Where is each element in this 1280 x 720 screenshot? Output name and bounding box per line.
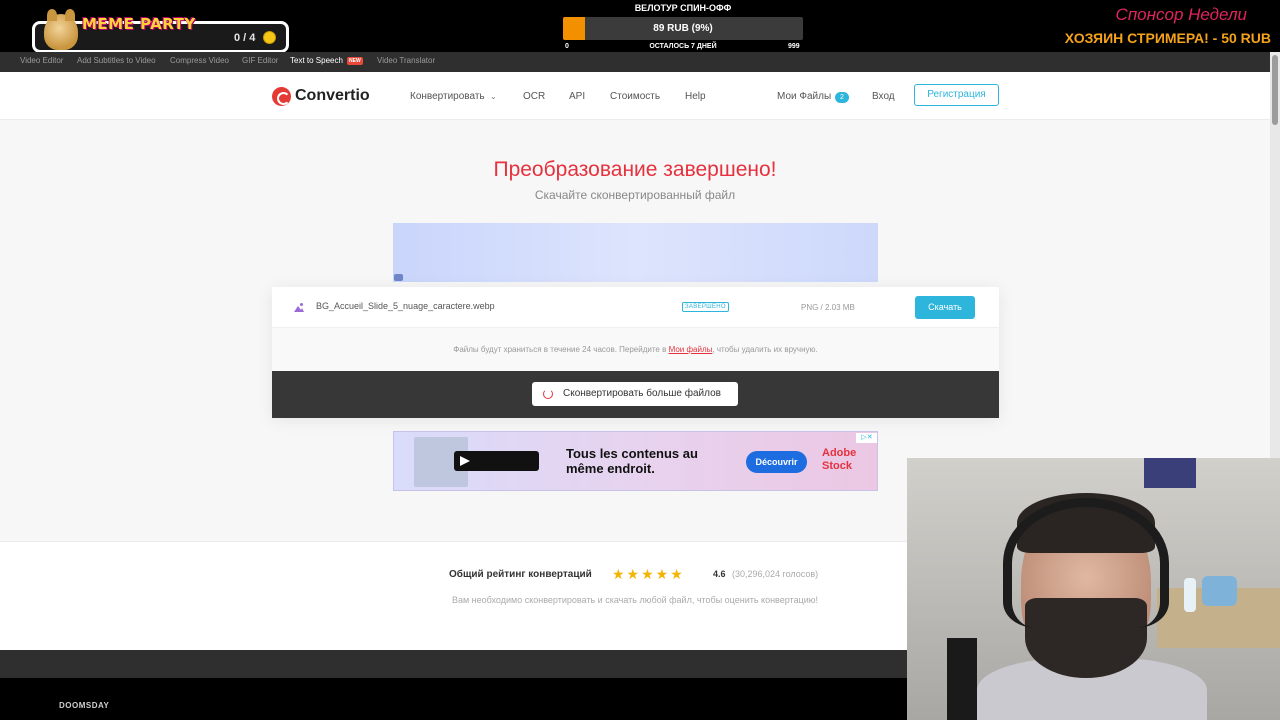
site-header: Convertio Конвертировать ⌄ OCR API Стоим… (0, 72, 1270, 120)
storage-notice-text: Файлы будут храниться в течение 24 часов… (272, 345, 999, 354)
file-name: BG_Accueil_Slide_5_nuage_caractere.webp (316, 301, 495, 311)
convertio-logo-text[interactable]: Convertio (295, 87, 370, 105)
nav-ocr[interactable]: OCR (523, 91, 545, 102)
stream-frame: MEME PARTY 0 / 4 ВЕЛОТУР СПИН-ОФФ 89 RUB… (0, 0, 1280, 720)
my-files-count-badge: 2 (835, 92, 849, 103)
spin-off-title: ВЕЛОТУР СПИН-ОФФ (634, 3, 732, 13)
ad-player-icon (454, 451, 539, 471)
rating-value: 4.6 (713, 569, 726, 579)
rating-label: Общий рейтинг конвертаций (449, 569, 592, 580)
ad-banner-top[interactable] (393, 223, 878, 282)
convert-more-button[interactable]: Сконвертировать больше файлов (532, 382, 738, 406)
page-subtitle: Скачайте сконвертированный файл (534, 188, 736, 202)
convert-more-bar: Сконвертировать больше файлов (272, 371, 999, 418)
headset-icon (1003, 498, 1169, 628)
subnav-item-gif-editor[interactable]: GIF Editor (242, 56, 278, 65)
nav-pricing[interactable]: Стоимость (610, 91, 660, 102)
ad-headline: Tous les contenus au même endroit. (566, 446, 698, 476)
ad-banner-bottom[interactable]: Tous les contenus au même endroit. Décou… (393, 431, 878, 491)
ad-choices-icon[interactable]: ▷✕ (856, 433, 877, 443)
page-title: Преобразование завершено! (493, 158, 777, 181)
spin-off-max: 999 (788, 43, 800, 50)
storage-notice-suffix: , чтобы удалить их вручную. (712, 345, 818, 354)
subnav-item-video-translator[interactable]: Video Translator (377, 56, 435, 65)
streamer-logo: DOOMSDAY (59, 701, 110, 710)
meme-party-title: MEME PARTY (82, 15, 196, 33)
ad-brand: Adobe Stock (822, 447, 857, 472)
convertio-logo-icon[interactable] (272, 87, 291, 106)
webcam-chair (947, 638, 977, 720)
storage-notice: Файлы будут храниться в течение 24 часов… (272, 328, 999, 371)
coin-icon (263, 31, 276, 44)
webcam-bottle (1184, 578, 1196, 612)
rating-votes: (30,296,024 голосов) (732, 569, 819, 579)
webcam-poster (1144, 458, 1196, 488)
sponsor-text: ХОЗЯИН СТРИМЕРА! - 50 RUB (1064, 30, 1271, 46)
image-file-icon (294, 303, 304, 312)
chevron-down-icon[interactable]: ⌄ (490, 92, 497, 101)
subnav-item-compress-video[interactable]: Compress Video (170, 56, 229, 65)
nav-my-files[interactable]: Мои Файлы (777, 91, 831, 102)
rating-stars[interactable]: ★★★★★ (612, 566, 685, 583)
subnav-item-video-editor[interactable]: Video Editor (20, 56, 63, 65)
spin-off-remaining: ОСТАЛОСЬ 7 ДНЕЙ (649, 43, 717, 50)
storage-notice-prefix: Файлы будут храниться в течение 24 часов… (453, 345, 669, 354)
nav-api[interactable]: API (569, 91, 585, 102)
doge-icon (44, 9, 78, 50)
ad-cta-button[interactable]: Découvrir (746, 451, 807, 473)
product-subnav: Video Editor Add Subtitles to Video Comp… (0, 52, 1270, 72)
new-badge: NEW (347, 57, 363, 65)
nav-convert[interactable]: Конвертировать (410, 91, 485, 102)
sponsor-title: Спонсор Недели (1115, 5, 1247, 24)
spin-off-progress-text: 89 RUB (9%) (653, 23, 713, 34)
page-scrollbar-thumb[interactable] (1272, 55, 1278, 125)
spin-off-progress-bar: 89 RUB (9%) (563, 17, 803, 40)
convert-more-label: Сконвертировать больше файлов (563, 388, 721, 399)
webcam-bag (1202, 576, 1237, 606)
nav-login[interactable]: Вход (872, 91, 895, 102)
meme-party-count: 0 / 4 (234, 32, 256, 44)
conversion-card: BG_Accueil_Slide_5_nuage_caractere.webp … (272, 287, 999, 418)
my-files-link[interactable]: Мои файлы (669, 345, 713, 354)
file-size: PNG / 2.03 MB (801, 303, 855, 312)
refresh-icon (543, 389, 553, 399)
subnav-item-add-subtitles[interactable]: Add Subtitles to Video (77, 56, 156, 65)
download-button[interactable]: Скачать (915, 296, 975, 319)
webcam-feed (907, 458, 1280, 720)
ad-info-icon[interactable] (394, 274, 403, 281)
file-row: BG_Accueil_Slide_5_nuage_caractere.webp … (272, 287, 999, 328)
status-badge: ЗАВЕРШЕНО (682, 302, 729, 312)
nav-help[interactable]: Help (685, 91, 706, 102)
subnav-item-text-to-speech[interactable]: Text to Speech (290, 56, 343, 65)
register-button[interactable]: Регистрация (914, 84, 999, 106)
